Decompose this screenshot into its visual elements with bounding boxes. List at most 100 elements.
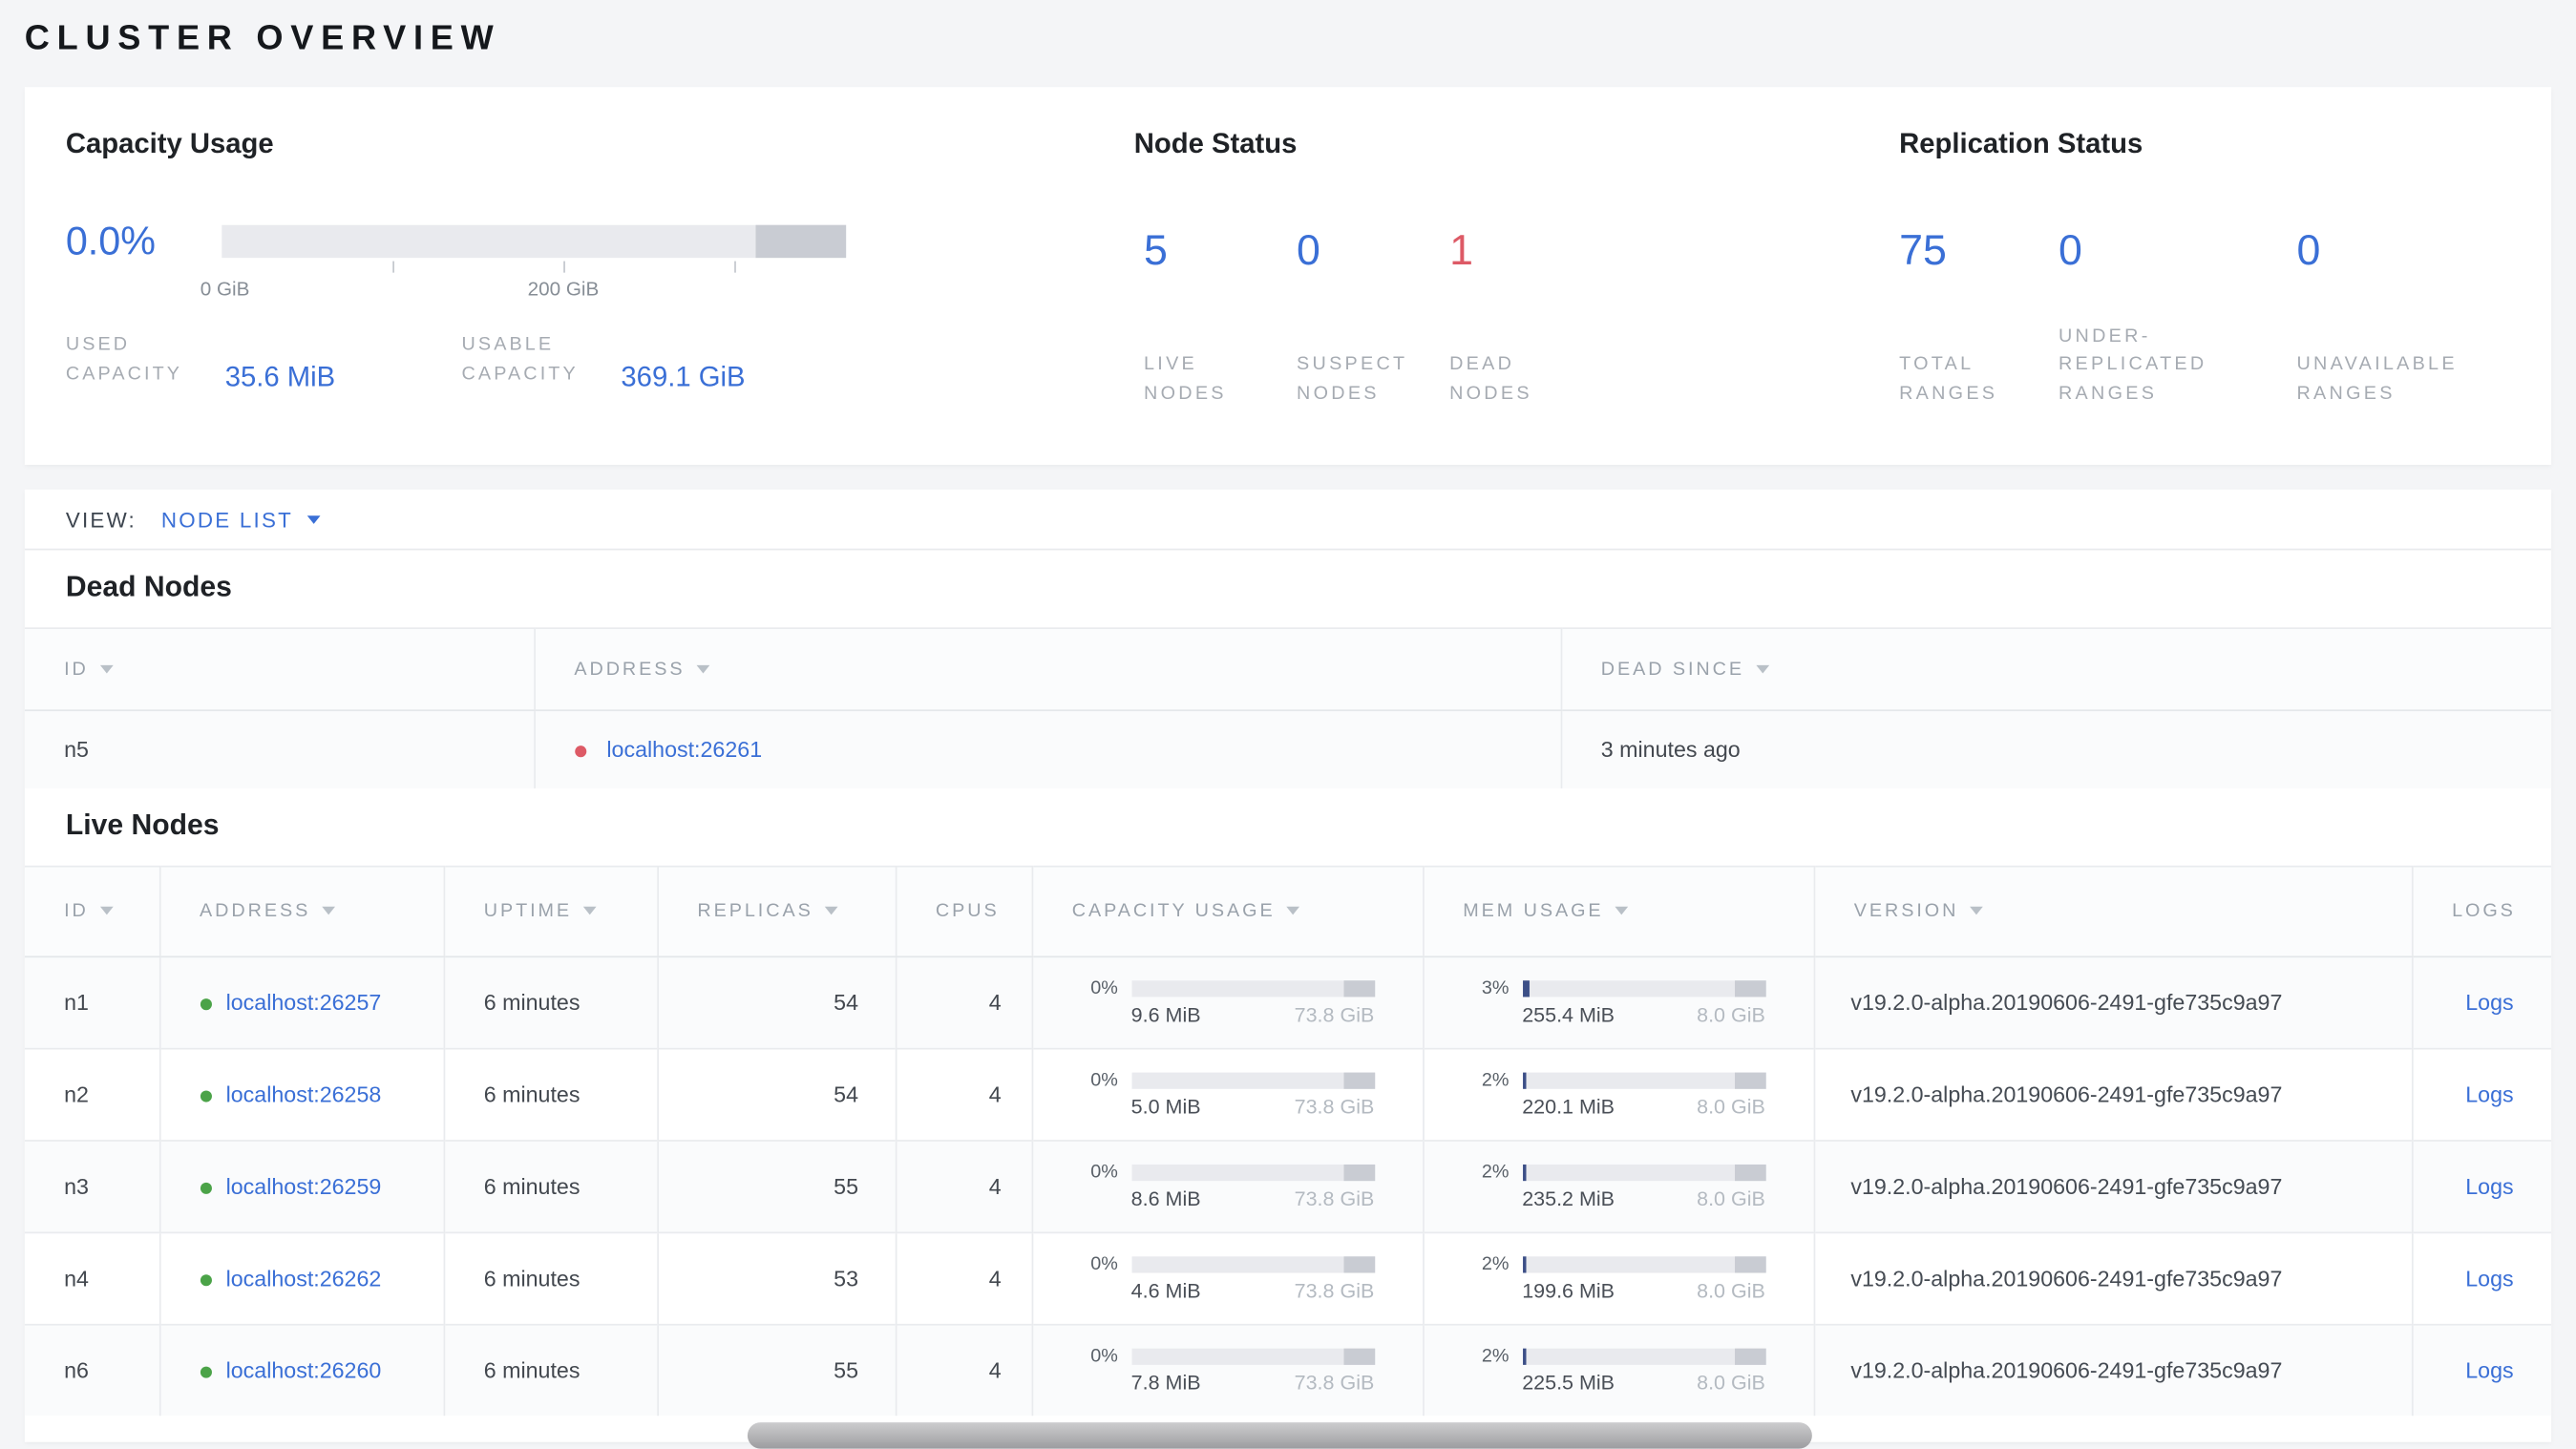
live-status-icon [200,1089,212,1102]
replicas-value: 54 [656,1046,896,1141]
logs-link[interactable]: Logs [2465,1358,2513,1383]
col-uptime[interactable]: UPTIME [442,864,658,957]
suspect-nodes-label: SUSPECT NODES [1297,355,1408,405]
capacity-bar [222,224,847,259]
axis-tick [734,261,736,273]
version-value: v19.2.0-alpha.20190606-2491-gfe735c9a97 [1812,1230,2412,1324]
mem-used-value: 255.4 MiB [1522,1002,1615,1026]
col-mem-usage[interactable]: MEM USAGE [1422,864,1814,957]
column-label: ID [64,659,89,680]
capacity-used-value: 7.8 MiB [1130,1371,1201,1395]
capacity-meter-bar [1130,1164,1375,1181]
mem-used-value: 199.6 MiB [1522,1278,1615,1302]
mem-meter-bar [1522,1348,1765,1365]
mem-meter-bar [1522,1164,1765,1181]
logs-link[interactable]: Logs [2465,1082,2513,1106]
uptime-value: 6 minutes [442,955,658,1048]
live-nodes-count: 5 [1144,224,1168,275]
live-status-icon [200,1182,212,1194]
col-capacity-usage[interactable]: CAPACITY USAGE [1030,864,1424,957]
total-ranges-count: 75 [1899,224,1947,275]
cpus-value: 4 [894,1230,1032,1324]
sort-icon [99,664,114,673]
horizontal-scrollbar-thumb[interactable] [747,1422,1812,1449]
capacity-usage-meter: 0% 4.6 MiB 73.8 GiB [1068,1254,1422,1302]
column-label: CAPACITY USAGE [1071,900,1276,921]
usable-capacity-label: USABLE CAPACITY [461,335,579,385]
node-address-link[interactable]: localhost:26261 [606,737,762,762]
col-version[interactable]: VERSION [1812,864,2412,957]
capacity-total-value: 73.8 GiB [1294,1094,1375,1118]
meter-dark-segment [1735,1164,1765,1181]
capacity-bar-dark-segment [755,224,847,259]
unavailable-ranges-count: 0 [2296,224,2321,275]
col-replicas[interactable]: REPLICAS [656,864,896,957]
live-nodes-heading: Live Nodes [65,807,220,841]
node-id: n3 [24,1139,159,1232]
capacity-usage-meter: 0% 9.6 MiB 73.8 GiB [1068,978,1422,1026]
dead-nodes-heading: Dead Nodes [65,570,232,603]
page-title: CLUSTER OVERVIEW [24,19,501,58]
node-address-link[interactable]: localhost:26259 [226,1173,382,1198]
meter-fill [1522,979,1530,997]
axis-label-0gib: 0 GiB [200,277,250,301]
node-id: n6 [24,1322,159,1417]
sort-icon [1615,905,1629,914]
dead-nodes-table: ID ADDRESS DEAD SINCE n5 localhost:26261… [24,627,2552,788]
node-address-link[interactable]: localhost:26258 [226,1082,382,1106]
mem-percent-value: 2% [1481,1070,1510,1090]
mem-used-value: 220.1 MiB [1522,1094,1615,1118]
node-address-link[interactable]: localhost:26260 [226,1358,382,1383]
version-value: v19.2.0-alpha.20190606-2491-gfe735c9a97 [1812,955,2412,1048]
meter-fill [1522,1071,1528,1088]
logs-link[interactable]: Logs [2465,1266,2513,1291]
meter-fill [1522,1255,1528,1272]
sort-icon [824,905,838,914]
node-id: n5 [24,709,535,788]
node-id: n1 [24,955,159,1048]
sort-icon [322,905,336,914]
capacity-total-value: 73.8 GiB [1294,1371,1375,1395]
meter-dark-segment [1343,979,1375,997]
dead-nodes-label: DEAD NODES [1449,355,1532,405]
stat-under-replicated-ranges: 0 UNDER-REPLICATED RANGES [2059,225,2296,410]
dead-col-id[interactable]: ID [24,627,535,712]
column-label: LOGS [2452,900,2516,921]
col-id[interactable]: ID [24,864,159,957]
meter-dark-segment [1343,1348,1375,1365]
mem-total-value: 8.0 GiB [1697,1186,1765,1210]
replicas-value: 53 [656,1230,896,1324]
dead-col-dead-since[interactable]: DEAD SINCE [1559,627,2552,712]
capacity-percent-value: 0% [1090,1253,1118,1274]
live-node-row: n3 localhost:26259 6 minutes 55 4 0% 8.6… [24,1139,2552,1232]
meter-dark-segment [1735,979,1765,997]
live-node-row: n2 localhost:26258 6 minutes 54 4 0% 5.0… [24,1046,2552,1141]
total-ranges-label: TOTAL RANGES [1899,355,1998,405]
column-label: MEM USAGE [1463,900,1604,921]
view-selector-bar: VIEW: NODE LIST [24,490,2552,551]
capacity-meter-bar [1130,979,1375,997]
column-label: CPUS [935,900,1000,921]
mem-total-value: 8.0 GiB [1697,1094,1765,1118]
sort-icon [1970,905,1984,914]
chevron-down-icon [307,514,322,524]
dead-col-address[interactable]: ADDRESS [533,627,1561,712]
uptime-value: 6 minutes [442,1139,658,1232]
meter-dark-segment [1735,1348,1765,1365]
view-dropdown[interactable]: NODE LIST [161,507,322,532]
node-address-link[interactable]: localhost:26257 [226,990,382,1015]
mem-total-value: 8.0 GiB [1697,1371,1765,1395]
node-address-link[interactable]: localhost:26262 [226,1266,382,1291]
live-node-row: n6 localhost:26260 6 minutes 55 4 0% 7.8… [24,1322,2552,1417]
logs-link[interactable]: Logs [2465,1173,2513,1198]
node-status-title: Node Status [1133,128,1298,159]
under-replicated-count: 0 [2058,224,2082,275]
capacity-usage-meter: 0% 5.0 MiB 73.8 GiB [1068,1070,1422,1118]
replicas-value: 55 [656,1322,896,1417]
cpus-value: 4 [894,1322,1032,1417]
mem-total-value: 8.0 GiB [1697,1278,1765,1302]
under-replicated-label: UNDER-REPLICATED RANGES [2058,326,2207,405]
node-id: n2 [24,1046,159,1141]
logs-link[interactable]: Logs [2465,990,2513,1015]
col-address[interactable]: ADDRESS [158,864,444,957]
